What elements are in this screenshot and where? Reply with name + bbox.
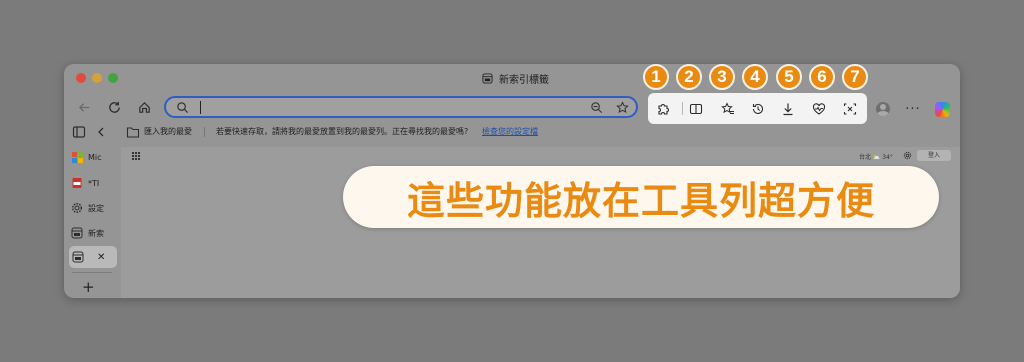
- close-window-button[interactable]: [76, 73, 86, 83]
- callout-text: 這些功能放在工具列超方便: [406, 178, 875, 223]
- feature-badge-5: 5: [776, 64, 802, 90]
- profile-button[interactable]: [873, 99, 893, 119]
- downloads-icon: [783, 103, 793, 116]
- sidebar-divider: [72, 272, 112, 273]
- favorites-icon: [721, 102, 734, 114]
- microsoft-logo-icon: [71, 151, 83, 163]
- avatar-icon: [876, 102, 890, 116]
- feature-badge-6: 6: [809, 64, 835, 90]
- tab-title-text: 新索引標籤: [499, 75, 549, 86]
- screenshot-button[interactable]: [841, 100, 859, 118]
- favorites-bar-message: 若要快速存取，請將我的最愛放置到我的最愛列。正在尋找我的最愛嗎?: [216, 127, 469, 136]
- feature-badge-2: 2: [676, 64, 702, 90]
- back-button[interactable]: [74, 97, 94, 117]
- manage-favorites-link[interactable]: 檢查您的設定檔: [482, 126, 538, 137]
- weather-widget[interactable]: 台北 ⛅ 34°: [859, 152, 893, 161]
- chevron-left-icon[interactable]: [94, 125, 108, 139]
- import-favorites-link[interactable]: 匯入我的最愛: [144, 126, 192, 137]
- sidebar-tab-pdf[interactable]: *TI: [71, 172, 116, 194]
- sidebar-toggle-icon[interactable]: [72, 125, 86, 139]
- vertical-tabs-sidebar: Mic *TI 設定 新索 ✕ +: [64, 142, 120, 298]
- favorites-bar: 匯入我的最愛 若要快速存取，請將我的最愛放置到我的最愛列。正在尋找我的最愛嗎? …: [64, 122, 960, 142]
- search-icon: [177, 102, 189, 114]
- copilot-icon: [934, 101, 950, 117]
- sidebar-tab-label: 設定: [88, 203, 104, 213]
- gear-icon: [71, 202, 83, 214]
- zoom-out-icon[interactable]: [590, 101, 603, 114]
- favorites-button[interactable]: [719, 100, 737, 118]
- pdf-file-icon: [71, 177, 83, 189]
- split-screen-button[interactable]: [687, 100, 705, 118]
- new-tab-page-icon: [482, 73, 493, 84]
- feature-callout-banner: 這些功能放在工具列超方便: [343, 166, 939, 228]
- browser-essentials-button[interactable]: [810, 100, 828, 118]
- downloads-button[interactable]: [779, 100, 797, 118]
- maximize-window-button[interactable]: [108, 73, 118, 83]
- history-icon: [752, 103, 764, 115]
- page-settings-gear-icon[interactable]: [903, 151, 912, 160]
- sidebar-tab-label: *TI: [88, 178, 100, 188]
- new-tab-button[interactable]: +: [82, 278, 95, 296]
- close-tab-icon[interactable]: ✕: [97, 252, 105, 263]
- sidebar-tab-active[interactable]: ✕: [69, 246, 117, 268]
- import-folder-icon: [126, 127, 140, 138]
- home-icon: [138, 101, 150, 113]
- favorites-divider: [204, 127, 205, 137]
- active-tab-title[interactable]: 新索引標籤: [482, 71, 549, 86]
- copilot-button[interactable]: [932, 99, 952, 119]
- new-tab-page-icon: [71, 227, 83, 239]
- address-input[interactable]: [202, 99, 566, 117]
- sidebar-tab-label: 新索: [88, 228, 104, 238]
- extensions-button[interactable]: [654, 100, 672, 118]
- address-bar[interactable]: [164, 96, 638, 118]
- settings-more-button[interactable]: ···: [903, 99, 923, 119]
- feature-badge-7: 7: [842, 64, 868, 90]
- minimize-window-button[interactable]: [92, 73, 102, 83]
- app-launcher-icon[interactable]: [132, 152, 140, 160]
- split-screen-icon: [689, 103, 703, 115]
- sidebar-tab-label: Mic: [88, 152, 102, 162]
- sign-in-button[interactable]: 登入: [917, 150, 951, 161]
- feature-badge-4: 4: [742, 64, 768, 90]
- back-arrow-icon: [78, 102, 89, 112]
- add-favorite-star-icon[interactable]: [616, 101, 629, 114]
- text-caret: [200, 101, 201, 114]
- sidebar-tab-microsoft[interactable]: Mic: [71, 146, 116, 168]
- refresh-button[interactable]: [104, 97, 124, 117]
- new-tab-page-icon: [72, 251, 84, 263]
- home-button[interactable]: [134, 97, 154, 117]
- sidebar-tab-new-tab[interactable]: 新索: [71, 222, 116, 244]
- sidebar-tab-settings[interactable]: 設定: [71, 197, 116, 219]
- feature-badge-3: 3: [709, 64, 735, 90]
- more-dots-icon: ···: [905, 101, 921, 117]
- toolbar-divider: [682, 102, 683, 115]
- feature-toolbar-highlight: [648, 93, 867, 124]
- history-button[interactable]: [749, 100, 767, 118]
- extensions-icon: [658, 104, 669, 115]
- screenshot-icon: [843, 103, 857, 115]
- browser-essentials-icon: [812, 103, 826, 115]
- refresh-icon: [108, 101, 120, 113]
- feature-badge-1: 1: [643, 64, 669, 90]
